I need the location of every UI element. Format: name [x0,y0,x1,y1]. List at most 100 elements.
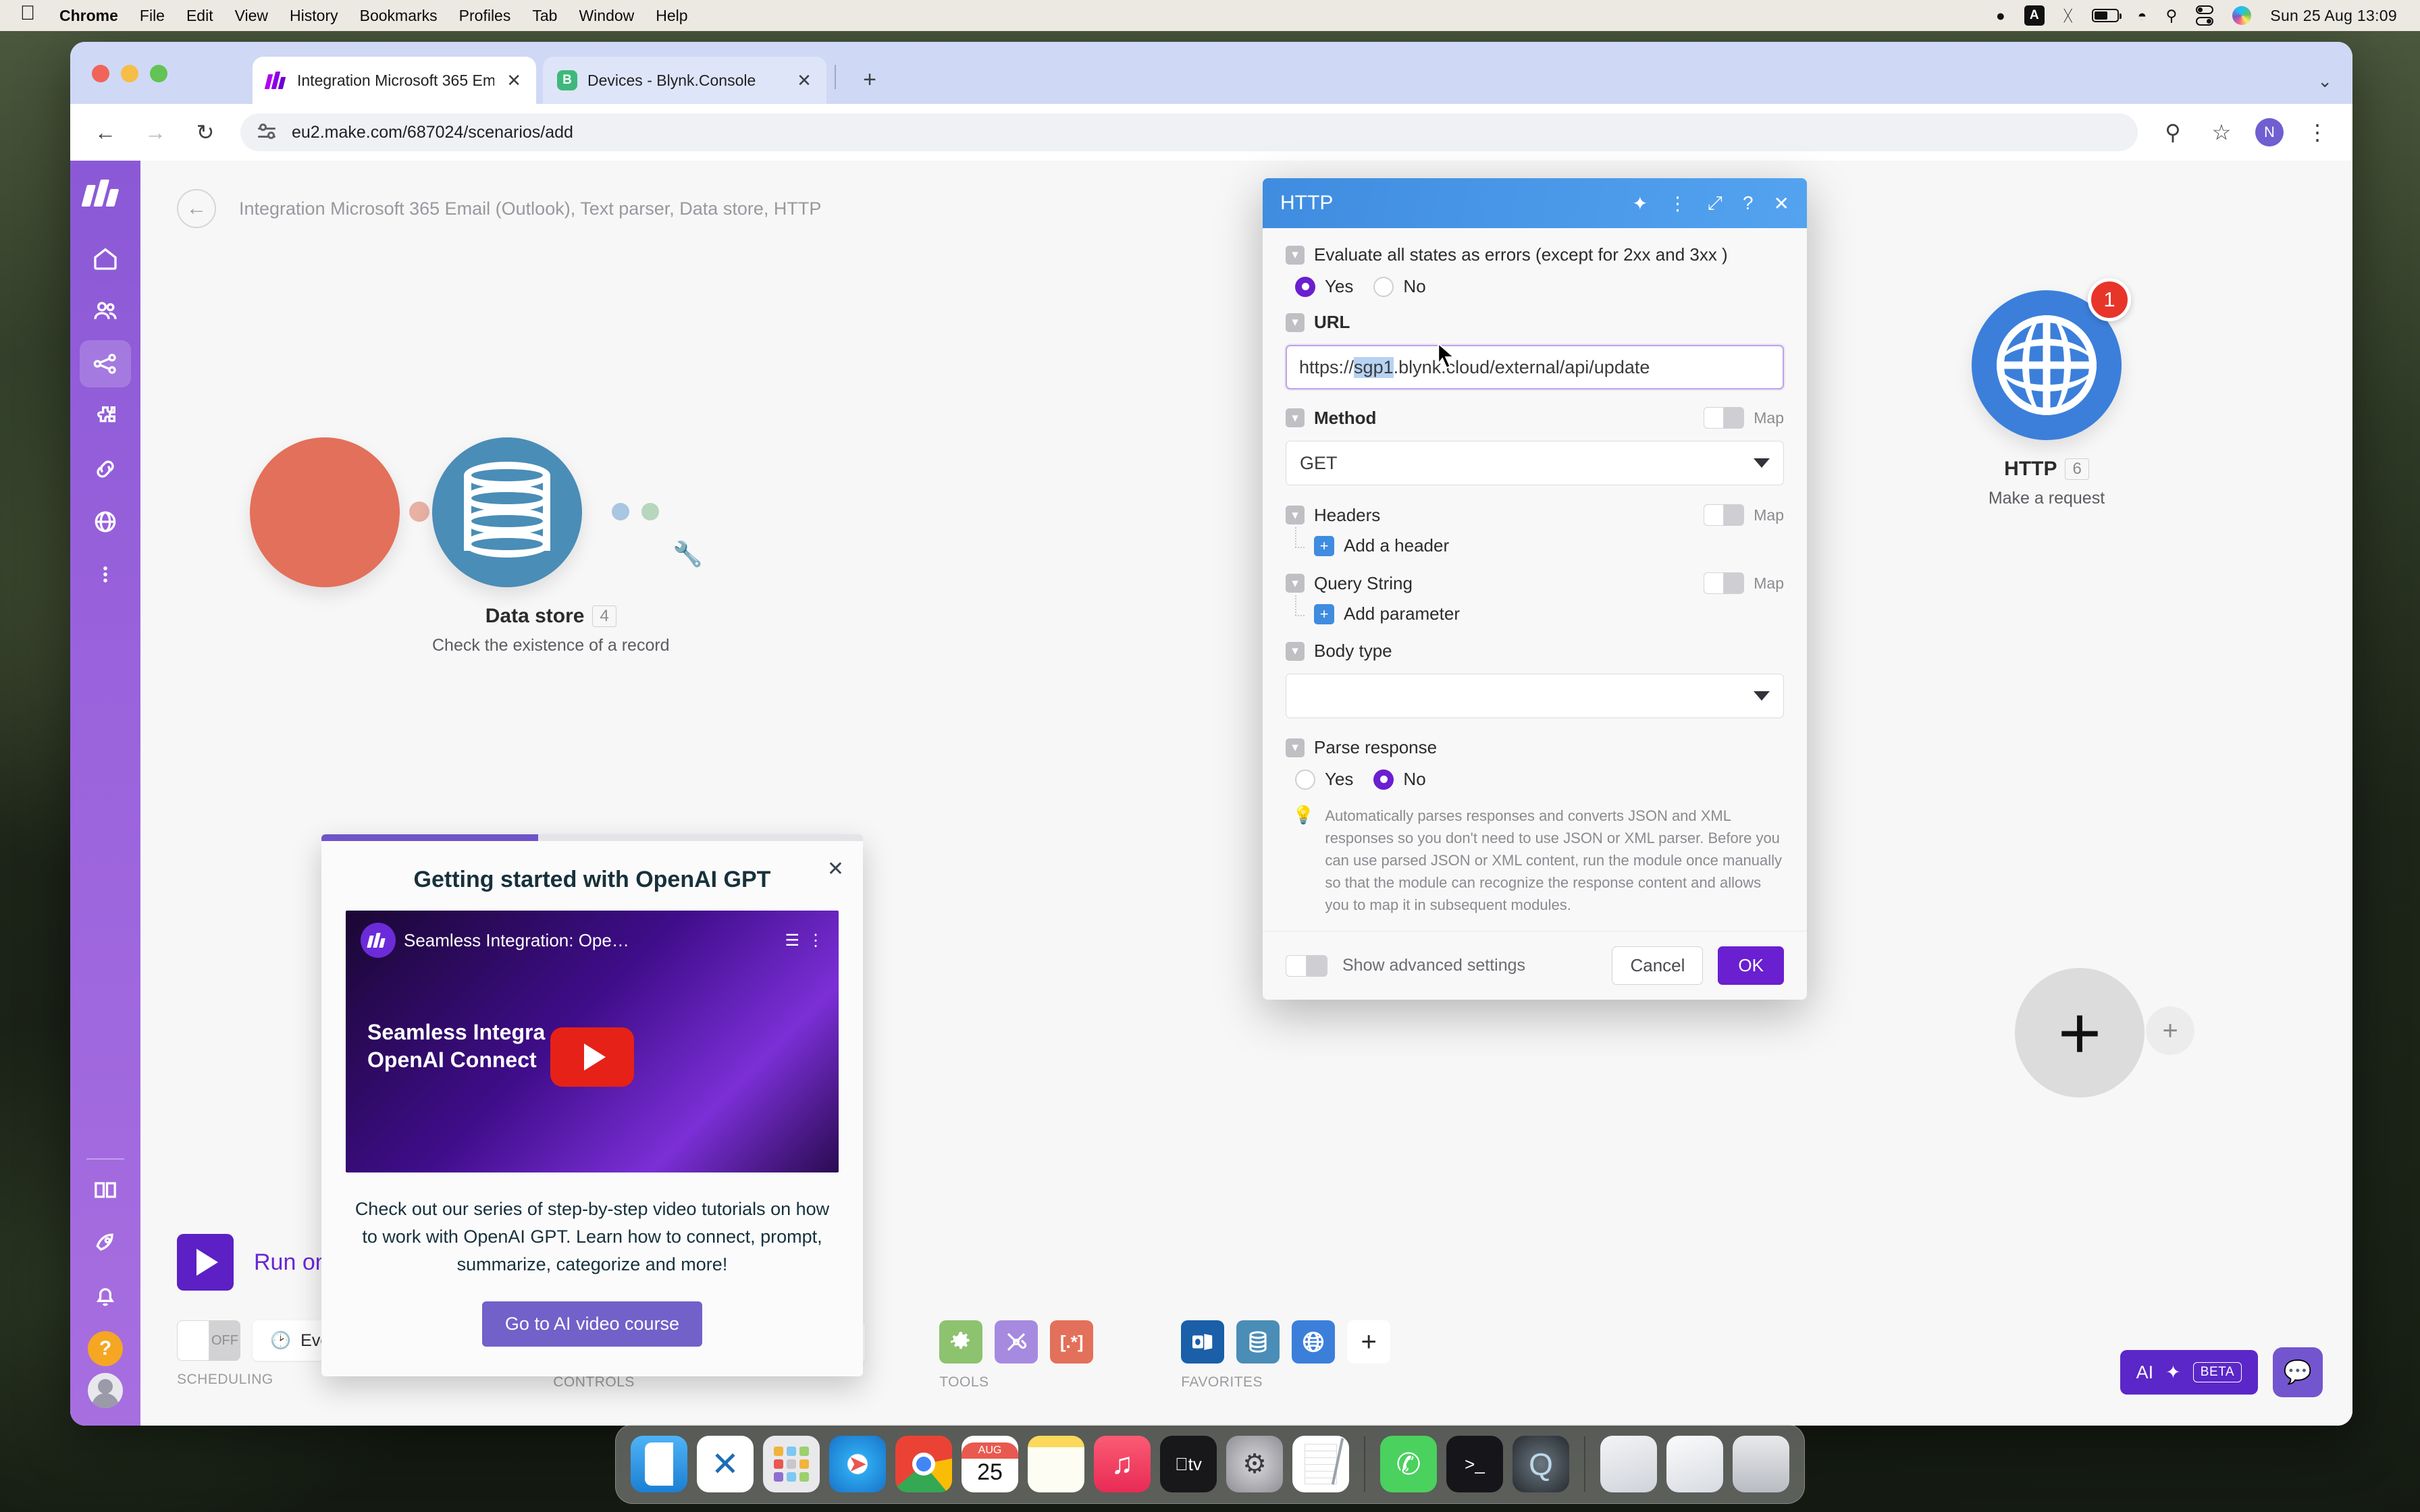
ai-assist-icon[interactable]: ✦ [1632,192,1648,215]
sidebar-item-more[interactable] [80,551,131,598]
more-vertical-icon[interactable]: ⋮ [808,931,824,950]
input-source-icon[interactable]: A [2024,5,2045,26]
menu-edit[interactable]: Edit [176,7,224,25]
back-button[interactable]: ← [177,189,216,228]
sidebar-item-notifications[interactable] [80,1272,131,1319]
sidebar-item-scenarios[interactable] [80,340,131,387]
module-bubble[interactable]: + 1 [1962,278,2170,450]
forward-icon[interactable]: → [140,120,170,145]
help-icon[interactable]: ? [1743,192,1754,214]
search-icon[interactable]: ⚲ [2165,7,2177,25]
battery-icon[interactable] [2091,9,2122,22]
sidebar-item-webhooks[interactable] [80,498,131,545]
menu-chrome[interactable]: Chrome [49,7,129,25]
browser-tab-active[interactable]: Integration Microsoft 365 Em ✕ [253,57,536,104]
dock-music[interactable]: ♫ [1094,1436,1151,1492]
module-text-parser[interactable] [219,437,431,587]
profile-avatar[interactable]: N [2255,118,2284,146]
module-bubble[interactable] [219,437,431,587]
scheduling-toggle[interactable]: OFF [177,1320,240,1361]
url-input[interactable]: https://sgp1 .blynk.cloud/external/api/up… [1286,345,1784,389]
chevron-down-icon[interactable]: ▾ [1286,408,1305,427]
control-center-icon[interactable] [2196,5,2214,26]
dock-launchpad[interactable] [763,1436,820,1492]
getting-started-card[interactable]: ✕ Getting started with OpenAI GPT Seamle… [321,834,863,1377]
sidebar-item-organization[interactable] [80,288,131,335]
dock-safari[interactable]: ➤ [829,1436,886,1492]
menu-help[interactable]: Help [645,7,698,25]
sidebar-item-home[interactable] [80,235,131,282]
chevron-down-icon[interactable]: ▾ [1286,313,1305,332]
tools-utilities-button[interactable] [995,1320,1038,1364]
youtube-play-icon[interactable] [550,1027,634,1087]
tools-text-parser-button[interactable]: [.*] [1050,1320,1094,1364]
favorite-data-store-button[interactable] [1236,1320,1280,1364]
dock-finder[interactable] [631,1436,687,1492]
dock-quicktime[interactable]: Q [1512,1436,1569,1492]
radio-parse-yes[interactable]: Yes [1295,769,1353,790]
add-parameter-row[interactable]: + Add parameter [1295,595,1784,624]
zoom-icon[interactable]: ⚲ [2158,119,2188,145]
site-settings-icon[interactable] [258,123,278,142]
more-vertical-icon[interactable]: ⋮ [1668,192,1687,215]
dock-vscode[interactable]: ✕ [697,1436,754,1492]
menu-window[interactable]: Window [568,7,645,25]
dock-system-settings[interactable]: ⚙ [1226,1436,1283,1492]
dock-minimized-window-1[interactable] [1600,1436,1657,1492]
wifi-icon[interactable]: ◓ [2138,7,2147,25]
dock-minimized-window-2[interactable] [1666,1436,1723,1492]
address-bar[interactable]: eu2.make.com/687024/scenarios/add [240,113,2138,151]
add-next-module-port[interactable]: + [2118,339,2170,392]
close-icon[interactable]: ✕ [1774,192,1789,215]
back-icon[interactable]: ← [90,120,120,145]
chevron-down-icon[interactable]: ▾ [1286,506,1305,524]
video-embed[interactable]: Seamless Integration: Ope… ☰ ⋮ Seamless … [346,911,839,1172]
tools-setup-button[interactable] [939,1320,983,1364]
chevron-down-icon[interactable]: ▾ [1286,574,1305,593]
siri-icon[interactable] [2232,6,2252,25]
tab-search-icon[interactable]: ⌄ [2317,71,2352,92]
ai-assistant-button[interactable]: AI ✦ BETA [2120,1350,2258,1395]
menu-tab[interactable]: Tab [521,7,568,25]
module-data-store[interactable]: Data store 4 Check the existence of a re… [401,437,670,655]
close-icon[interactable]: ✕ [827,857,844,881]
dock-chrome[interactable] [895,1436,952,1492]
playlist-icon[interactable]: ☰ [785,931,799,950]
radio-evaluate-no[interactable]: No [1373,276,1426,297]
sidebar-item-templates[interactable] [80,393,131,440]
chrome-menu-icon[interactable]: ⋮ [2303,119,2332,145]
favorite-add-button[interactable]: + [1347,1320,1391,1364]
sidebar-item-profile[interactable] [88,1373,123,1408]
close-window-button[interactable] [92,65,109,82]
dock-terminal[interactable]: >_ [1446,1436,1503,1492]
chevron-down-icon[interactable]: ▾ [1286,245,1305,265]
add-module-side-port[interactable]: + [2146,1006,2194,1055]
menubar-clock[interactable]: Sun 25 Aug 13:09 [2270,7,2397,25]
vpn-icon[interactable]: ● [1996,7,2005,25]
dock-appletv[interactable]: tv [1160,1436,1217,1492]
menu-history[interactable]: History [279,7,349,25]
make-logo-icon[interactable] [81,178,129,207]
http-settings-dialog[interactable]: HTTP ✦ ⋮ ⤢ ? ✕ ▾ Evaluate all states as … [1263,178,1807,1000]
map-toggle[interactable] [1704,407,1745,429]
menu-profiles[interactable]: Profiles [448,7,522,25]
module-wrench-icon-2[interactable]: 🔧 [673,540,703,568]
dock-notes[interactable] [1028,1436,1084,1492]
dock-calendar[interactable]: AUG 25 [962,1436,1018,1492]
close-tab-icon[interactable]: ✕ [794,70,814,91]
ok-button[interactable]: OK [1718,946,1784,985]
close-tab-icon[interactable]: ✕ [504,70,524,91]
expand-icon[interactable]: ⤢ [1708,192,1722,215]
bluetooth-icon[interactable]: ᚷ [2063,7,2073,25]
dock-trash[interactable] [1733,1436,1789,1492]
radio-evaluate-yes[interactable]: Yes [1295,276,1353,297]
chevron-down-icon[interactable]: ▾ [1286,641,1305,661]
sidebar-item-help[interactable]: ? [88,1331,123,1366]
map-toggle[interactable] [1704,504,1745,526]
dock-numbers[interactable] [1292,1436,1349,1492]
add-module-button[interactable]: + [2015,968,2145,1098]
add-header-row[interactable]: + Add a header [1295,527,1784,556]
minimize-window-button[interactable] [121,65,138,82]
map-toggle[interactable] [1704,572,1745,594]
reload-icon[interactable]: ↻ [190,119,220,145]
